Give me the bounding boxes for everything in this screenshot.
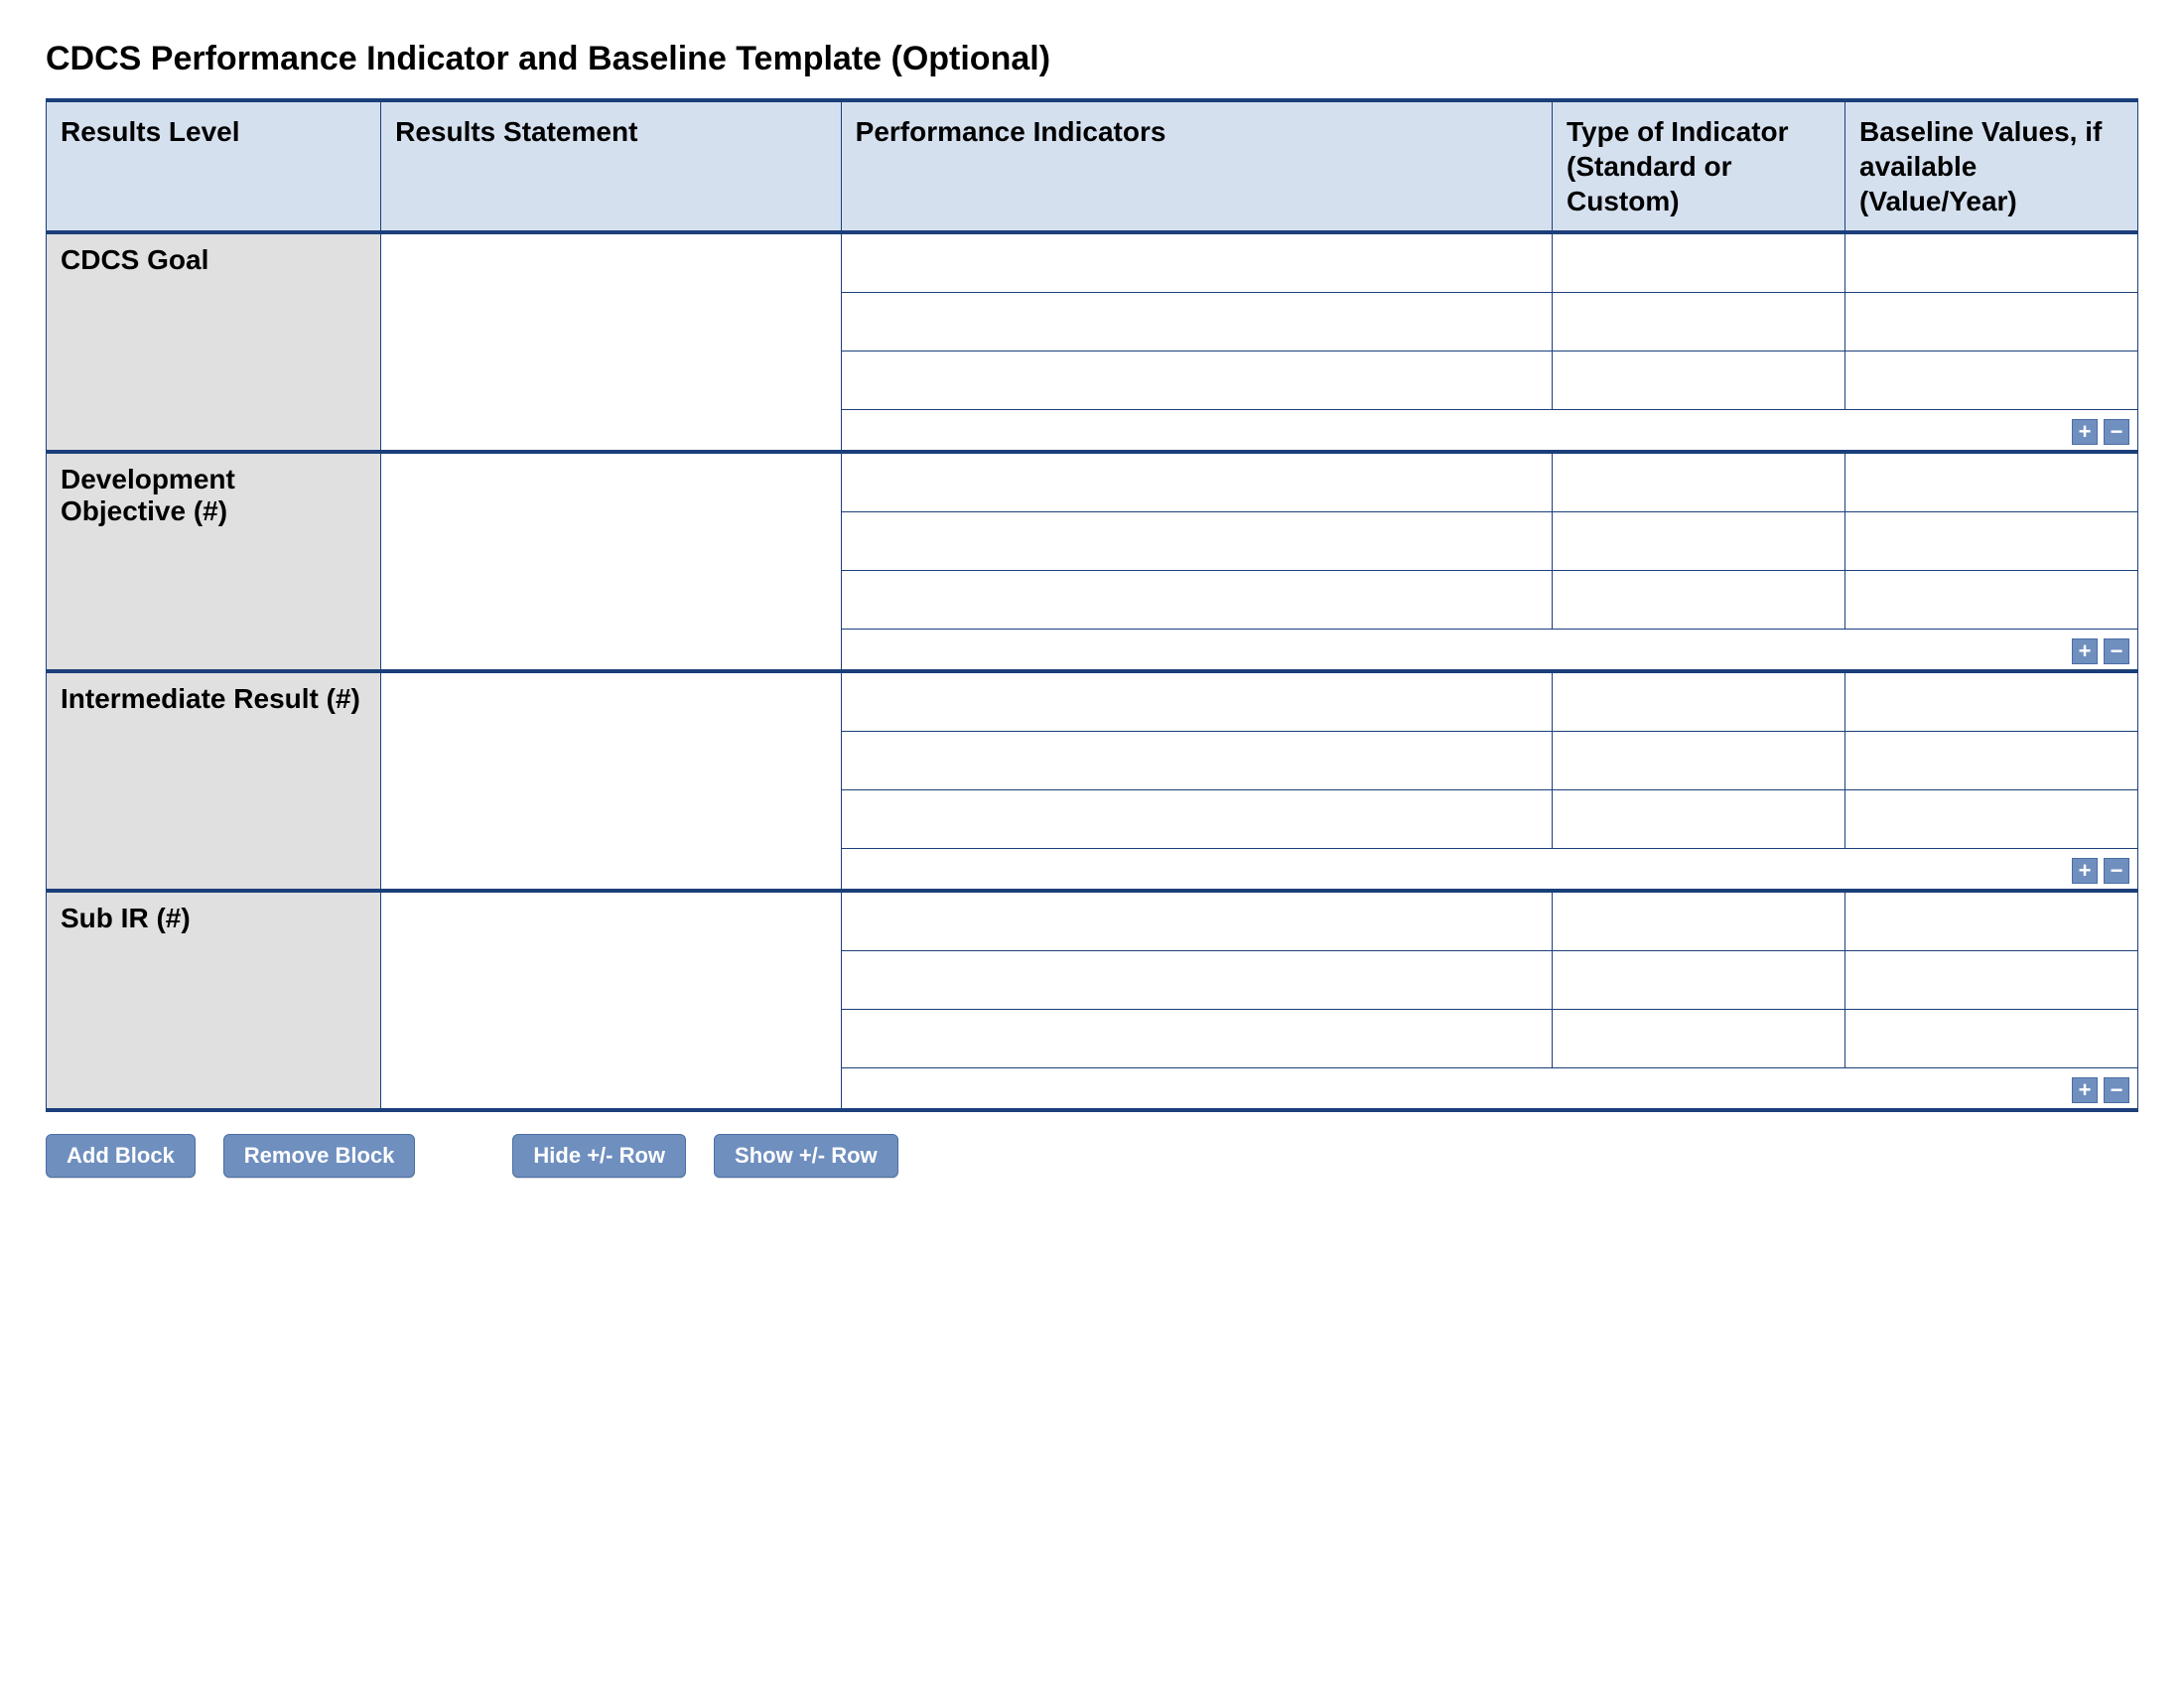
indicator-type-cell[interactable] — [1553, 732, 1845, 790]
performance-indicator-cell[interactable] — [841, 1010, 1552, 1068]
indicator-type-cell[interactable] — [1553, 232, 1845, 293]
indicator-type-cell[interactable] — [1553, 293, 1845, 352]
baseline-value-cell[interactable] — [1845, 571, 2138, 630]
remove-row-button[interactable]: − — [2104, 1077, 2129, 1103]
row-controls-cell: +− — [841, 849, 2137, 892]
add-row-button[interactable]: + — [2072, 638, 2098, 664]
indicator-type-cell[interactable] — [1553, 951, 1845, 1010]
baseline-value-cell[interactable] — [1845, 512, 2138, 571]
remove-row-button[interactable]: − — [2104, 858, 2129, 884]
header-results-statement: Results Statement — [381, 100, 842, 232]
baseline-value-cell[interactable] — [1845, 951, 2138, 1010]
performance-indicator-cell[interactable] — [841, 452, 1552, 512]
performance-indicator-cell[interactable] — [841, 951, 1552, 1010]
results-statement-cell[interactable] — [381, 671, 842, 891]
baseline-value-cell[interactable] — [1845, 452, 2138, 512]
hide-row-button[interactable]: Hide +/- Row — [512, 1134, 686, 1178]
performance-indicator-cell[interactable] — [841, 732, 1552, 790]
row-controls-cell: +− — [841, 630, 2137, 672]
table-row: CDCS Goal — [47, 232, 2138, 293]
performance-indicator-cell[interactable] — [841, 352, 1552, 410]
indicator-type-cell[interactable] — [1553, 1010, 1845, 1068]
add-block-button[interactable]: Add Block — [46, 1134, 196, 1178]
header-results-level: Results Level — [47, 100, 381, 232]
indicator-type-cell[interactable] — [1553, 891, 1845, 951]
results-level-cell: Sub IR (#) — [47, 891, 381, 1110]
performance-indicator-cell[interactable] — [841, 671, 1552, 732]
indicator-type-cell[interactable] — [1553, 452, 1845, 512]
header-performance-indicators: Performance Indicators — [841, 100, 1552, 232]
performance-indicator-cell[interactable] — [841, 293, 1552, 352]
performance-indicator-cell[interactable] — [841, 790, 1552, 849]
baseline-value-cell[interactable] — [1845, 1010, 2138, 1068]
indicator-table: Results Level Results Statement Performa… — [46, 98, 2138, 1112]
row-controls-cell: +− — [841, 1068, 2137, 1111]
header-baseline-values: Baseline Values, if available (Value/Yea… — [1845, 100, 2138, 232]
page-title: CDCS Performance Indicator and Baseline … — [46, 40, 2138, 78]
indicator-type-cell[interactable] — [1553, 352, 1845, 410]
results-level-cell: Intermediate Result (#) — [47, 671, 381, 891]
baseline-value-cell[interactable] — [1845, 232, 2138, 293]
baseline-value-cell[interactable] — [1845, 891, 2138, 951]
remove-row-button[interactable]: − — [2104, 638, 2129, 664]
indicator-type-cell[interactable] — [1553, 671, 1845, 732]
remove-row-button[interactable]: − — [2104, 419, 2129, 445]
results-statement-cell[interactable] — [381, 232, 842, 452]
indicator-type-cell[interactable] — [1553, 790, 1845, 849]
results-statement-cell[interactable] — [381, 452, 842, 671]
header-type-of-indicator: Type of Indicator (Standard or Custom) — [1553, 100, 1845, 232]
performance-indicator-cell[interactable] — [841, 232, 1552, 293]
performance-indicator-cell[interactable] — [841, 571, 1552, 630]
indicator-type-cell[interactable] — [1553, 571, 1845, 630]
table-row: Intermediate Result (#) — [47, 671, 2138, 732]
show-row-button[interactable]: Show +/- Row — [714, 1134, 898, 1178]
remove-block-button[interactable]: Remove Block — [223, 1134, 416, 1178]
baseline-value-cell[interactable] — [1845, 790, 2138, 849]
add-row-button[interactable]: + — [2072, 419, 2098, 445]
performance-indicator-cell[interactable] — [841, 512, 1552, 571]
baseline-value-cell[interactable] — [1845, 352, 2138, 410]
performance-indicator-cell[interactable] — [841, 891, 1552, 951]
results-level-cell: CDCS Goal — [47, 232, 381, 452]
baseline-value-cell[interactable] — [1845, 293, 2138, 352]
table-row: Sub IR (#) — [47, 891, 2138, 951]
row-controls-cell: +− — [841, 410, 2137, 453]
results-level-cell: Development Objective (#) — [47, 452, 381, 671]
add-row-button[interactable]: + — [2072, 1077, 2098, 1103]
baseline-value-cell[interactable] — [1845, 671, 2138, 732]
table-row: Development Objective (#) — [47, 452, 2138, 512]
add-row-button[interactable]: + — [2072, 858, 2098, 884]
baseline-value-cell[interactable] — [1845, 732, 2138, 790]
action-button-row: Add Block Remove Block Hide +/- Row Show… — [46, 1134, 2138, 1178]
indicator-type-cell[interactable] — [1553, 512, 1845, 571]
results-statement-cell[interactable] — [381, 891, 842, 1110]
